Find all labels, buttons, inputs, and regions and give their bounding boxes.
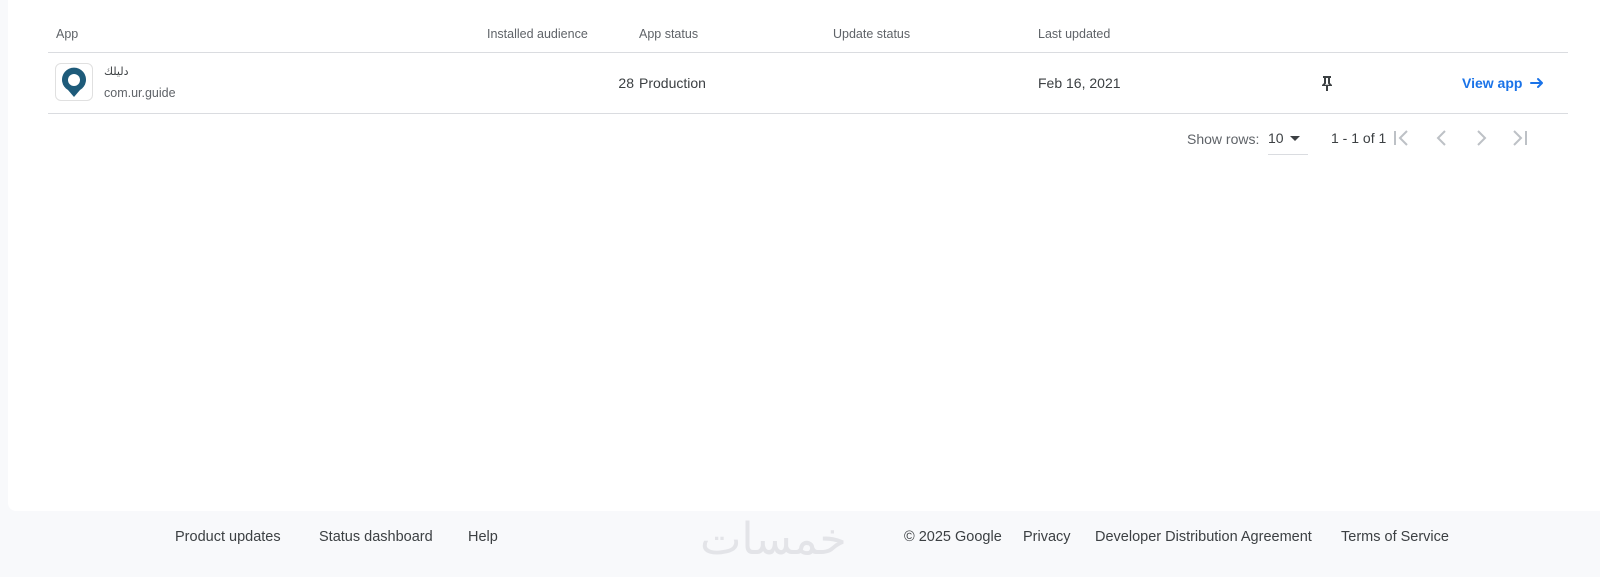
last-page-icon[interactable] bbox=[1508, 127, 1530, 149]
last-updated-value: Feb 16, 2021 bbox=[1038, 75, 1121, 91]
footer-dda-link[interactable]: Developer Distribution Agreement bbox=[1095, 529, 1312, 545]
footer-status-dashboard-link[interactable]: Status dashboard bbox=[319, 529, 433, 545]
table-header: App Installed audience App status Update… bbox=[48, 0, 1568, 53]
view-app-link[interactable]: View app bbox=[1462, 75, 1544, 91]
watermark: خمسات bbox=[700, 514, 847, 565]
pin-icon[interactable] bbox=[1319, 74, 1335, 92]
first-page-icon[interactable] bbox=[1391, 127, 1413, 149]
footer-terms-link[interactable]: Terms of Service bbox=[1341, 529, 1449, 545]
footer-copyright: © 2025 Google bbox=[904, 529, 1002, 545]
app-package-name: com.ur.guide bbox=[104, 86, 176, 100]
footer-privacy-link[interactable]: Privacy bbox=[1023, 529, 1071, 545]
header-app-status[interactable]: App status bbox=[639, 27, 698, 41]
header-installed-audience[interactable]: Installed audience bbox=[487, 27, 588, 41]
pagination: Show rows: 10 1 - 1 of 1 bbox=[48, 114, 1568, 162]
table-row[interactable]: دليلك com.ur.guide 28 Production Feb 16,… bbox=[48, 53, 1568, 114]
rows-per-page-value: 10 bbox=[1268, 130, 1284, 146]
map-pin-icon bbox=[62, 67, 86, 97]
arrow-right-icon bbox=[1530, 78, 1544, 88]
header-update-status[interactable]: Update status bbox=[833, 27, 910, 41]
rows-per-page-select[interactable]: 10 bbox=[1268, 126, 1308, 155]
header-last-updated[interactable]: Last updated bbox=[1038, 27, 1110, 41]
caret-down-icon bbox=[1290, 136, 1300, 141]
show-rows-label: Show rows: bbox=[1187, 131, 1260, 147]
installed-audience-value: 28 bbox=[618, 75, 634, 91]
footer-help-link[interactable]: Help bbox=[468, 529, 498, 545]
app-icon bbox=[55, 63, 93, 101]
app-status-value: Production bbox=[639, 75, 706, 91]
apps-table: App Installed audience App status Update… bbox=[48, 0, 1568, 162]
view-app-label: View app bbox=[1462, 75, 1523, 91]
previous-page-icon[interactable] bbox=[1431, 127, 1453, 149]
header-app[interactable]: App bbox=[56, 27, 78, 41]
footer: Product updates Status dashboard Help خم… bbox=[0, 511, 1600, 577]
next-page-icon[interactable] bbox=[1470, 127, 1492, 149]
footer-product-updates-link[interactable]: Product updates bbox=[175, 529, 281, 545]
apps-card: App Installed audience App status Update… bbox=[8, 0, 1600, 511]
app-name[interactable]: دليلك bbox=[104, 65, 128, 78]
page-range: 1 - 1 of 1 bbox=[1331, 130, 1387, 146]
